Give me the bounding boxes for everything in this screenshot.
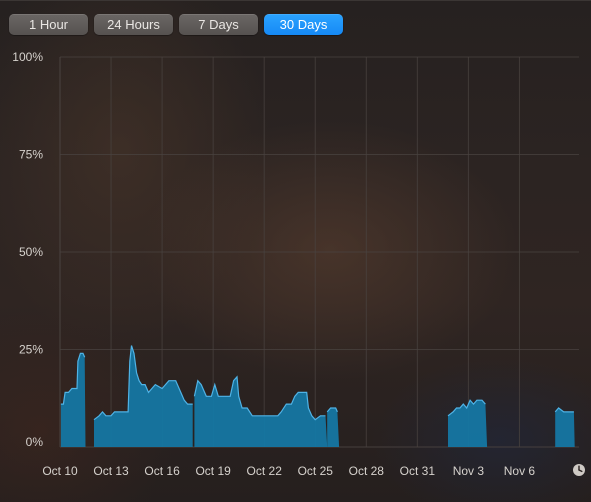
- x-tick-label: Oct 25: [298, 464, 334, 478]
- x-tick-label: Oct 10: [42, 464, 78, 478]
- x-tick-label: Oct 19: [195, 464, 231, 478]
- x-tick-label: Oct 31: [400, 464, 436, 478]
- y-tick-label: 100%: [12, 50, 43, 64]
- x-tick-label: Nov 6: [504, 464, 536, 478]
- clock-icon[interactable]: [573, 464, 585, 476]
- y-axis-ticks: 0% 25% 50% 75% 100%: [12, 50, 43, 449]
- x-tick-label: Nov 3: [453, 464, 485, 478]
- x-tick-label: Oct 28: [349, 464, 385, 478]
- y-tick-label: 0%: [26, 435, 44, 449]
- y-tick-label: 50%: [19, 245, 43, 259]
- usage-area-segment: [94, 345, 193, 447]
- usage-area-chart: 0% 25% 50% 75% 100% Oct 10 Oct 13 Oct 16 Oct 19…: [12, 50, 585, 478]
- y-tick-label: 25%: [19, 343, 43, 357]
- x-axis-ticks: Oct 10 Oct 13 Oct 16 Oct 19 Oct 22 Oct 25 Oct …: [42, 464, 535, 478]
- x-tick-label: Oct 22: [247, 464, 283, 478]
- chart-series: [60, 345, 575, 447]
- usage-area-segment: [327, 408, 340, 447]
- x-tick-label: Oct 13: [93, 464, 129, 478]
- x-tick-label: Oct 16: [144, 464, 180, 478]
- usage-area-segment: [555, 408, 575, 447]
- y-tick-label: 75%: [19, 148, 43, 162]
- usage-area-segment: [60, 353, 86, 447]
